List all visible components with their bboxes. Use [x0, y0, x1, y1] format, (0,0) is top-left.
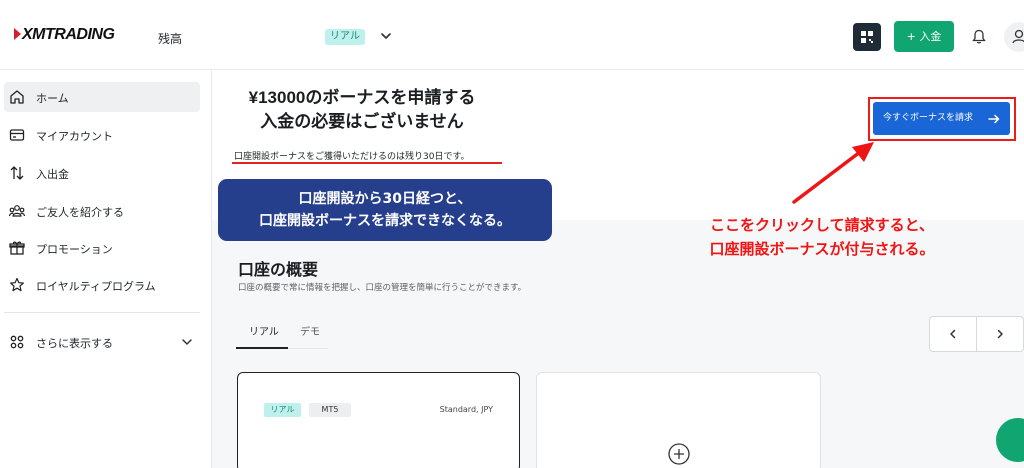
- sidebar-item-promotion[interactable]: プロモーション: [4, 233, 200, 263]
- annotation-highlight-box: 今すぐボーナスを請求: [868, 97, 1016, 141]
- overview-description: 口座の概要で常に情報を把握し、口座の管理を簡単に行うことができます。: [238, 283, 527, 293]
- arrow-right-icon: [988, 114, 1000, 124]
- qr-code-icon: [861, 31, 873, 43]
- show-more-label: さらに表示する: [36, 337, 113, 350]
- promo-title: ¥13000のボーナスを申請する 入金の必要はございません: [212, 86, 512, 134]
- star-icon: [10, 277, 24, 292]
- annotation-instruction-line2: 口座開設ボーナスが付与される。: [709, 240, 935, 258]
- account-type-badge[interactable]: リアル: [325, 29, 365, 45]
- sidebar-divider: [4, 312, 200, 313]
- account-type-badge: リアル: [264, 403, 301, 417]
- deposit-button[interactable]: + 入金: [894, 21, 954, 52]
- annotation-callout-line2: 口座開設ボーナスを請求できなくなる。: [259, 213, 511, 229]
- tab-demo[interactable]: デモ: [300, 323, 320, 338]
- people-icon: [8, 205, 26, 217]
- home-icon: [10, 90, 24, 104]
- tab-real[interactable]: リアル: [249, 323, 279, 338]
- claim-bonus-button[interactable]: 今すぐボーナスを請求: [873, 102, 1010, 135]
- user-avatar-button[interactable]: [1004, 22, 1024, 52]
- sidebar-item-label: ロイヤルティプログラム: [36, 280, 156, 293]
- annotation-underline: [232, 162, 502, 164]
- add-account-card[interactable]: [536, 372, 821, 468]
- transfer-icon: [10, 166, 24, 180]
- promo-title-line2: 入金の必要はございません: [260, 112, 464, 131]
- balance-label: 残高: [158, 32, 183, 46]
- qr-code-button[interactable]: [853, 23, 881, 51]
- platform-badge: MT5: [309, 403, 351, 417]
- annotation-callout: 口座開設から30日経つと、 口座開設ボーナスを請求できなくなる。: [218, 179, 552, 241]
- annotation-callout-line1: 口座開設から30日経つと、: [298, 191, 472, 207]
- gift-icon: [9, 241, 25, 255]
- account-currency-type: Standard, JPY: [439, 405, 493, 414]
- promo-deadline-text: 口座開設ボーナスをご獲得いただけるのは残り30日です。: [234, 152, 470, 162]
- chevron-right-icon: [997, 329, 1003, 339]
- sidebar-item-home[interactable]: ホーム: [4, 82, 200, 112]
- logo-mark-icon: [14, 28, 21, 40]
- brand-logo[interactable]: XMTRADING: [14, 26, 115, 44]
- sidebar-item-refer-friend[interactable]: ご友人を紹介する: [4, 196, 200, 226]
- carousel-prev-button[interactable]: [929, 316, 977, 352]
- sidebar-item-my-account[interactable]: マイアカウント: [4, 120, 200, 150]
- overview-title: 口座の概要: [238, 260, 319, 279]
- bell-icon[interactable]: [970, 28, 988, 46]
- grid-icon: [10, 335, 24, 349]
- claim-bonus-label: 今すぐボーナスを請求: [883, 113, 974, 123]
- top-header: XMTRADING 残高 リアル + 入金: [0, 0, 1024, 70]
- user-icon: [1012, 29, 1024, 44]
- main-content: ¥13000のボーナスを申請する 入金の必要はございません 口座開設ボーナスをご…: [212, 70, 1024, 468]
- account-card[interactable]: リアル MT5 Standard, JPY: [237, 372, 520, 468]
- sidebar-item-label: ご友人を紹介する: [36, 206, 124, 219]
- chevron-left-icon: [950, 329, 956, 339]
- annotation-instruction: ここをクリックして請求すると、 口座開設ボーナスが付与される。: [652, 213, 992, 261]
- carousel-next-button[interactable]: [976, 316, 1024, 352]
- chevron-down-icon[interactable]: [378, 28, 394, 44]
- annotation-instruction-line1: ここをクリックして請求すると、: [710, 216, 934, 234]
- sidebar-item-label: プロモーション: [36, 243, 113, 256]
- sidebar-item-show-more[interactable]: さらに表示する: [4, 327, 200, 357]
- sidebar-item-deposit-withdrawal[interactable]: 入出金: [4, 158, 200, 188]
- app-root: XMTRADING 残高 リアル + 入金 ホーム マイアカウント 入出金 ご友…: [0, 0, 1024, 468]
- sidebar: ホーム マイアカウント 入出金 ご友人を紹介する プロモーション ロイヤルティプ…: [0, 70, 212, 468]
- tab-active-indicator: [236, 347, 288, 349]
- sidebar-item-label: ホーム: [36, 92, 69, 105]
- logo-text: XMTRADING: [22, 26, 115, 43]
- sidebar-item-label: マイアカウント: [36, 130, 113, 143]
- card-icon: [9, 129, 25, 141]
- promo-title-line1: ¥13000のボーナスを申請する: [248, 88, 476, 107]
- plus-circle-icon: [668, 443, 690, 465]
- chevron-down-icon: [182, 339, 192, 345]
- sidebar-item-loyalty-program[interactable]: ロイヤルティプログラム: [4, 270, 200, 300]
- sidebar-item-label: 入出金: [36, 168, 69, 181]
